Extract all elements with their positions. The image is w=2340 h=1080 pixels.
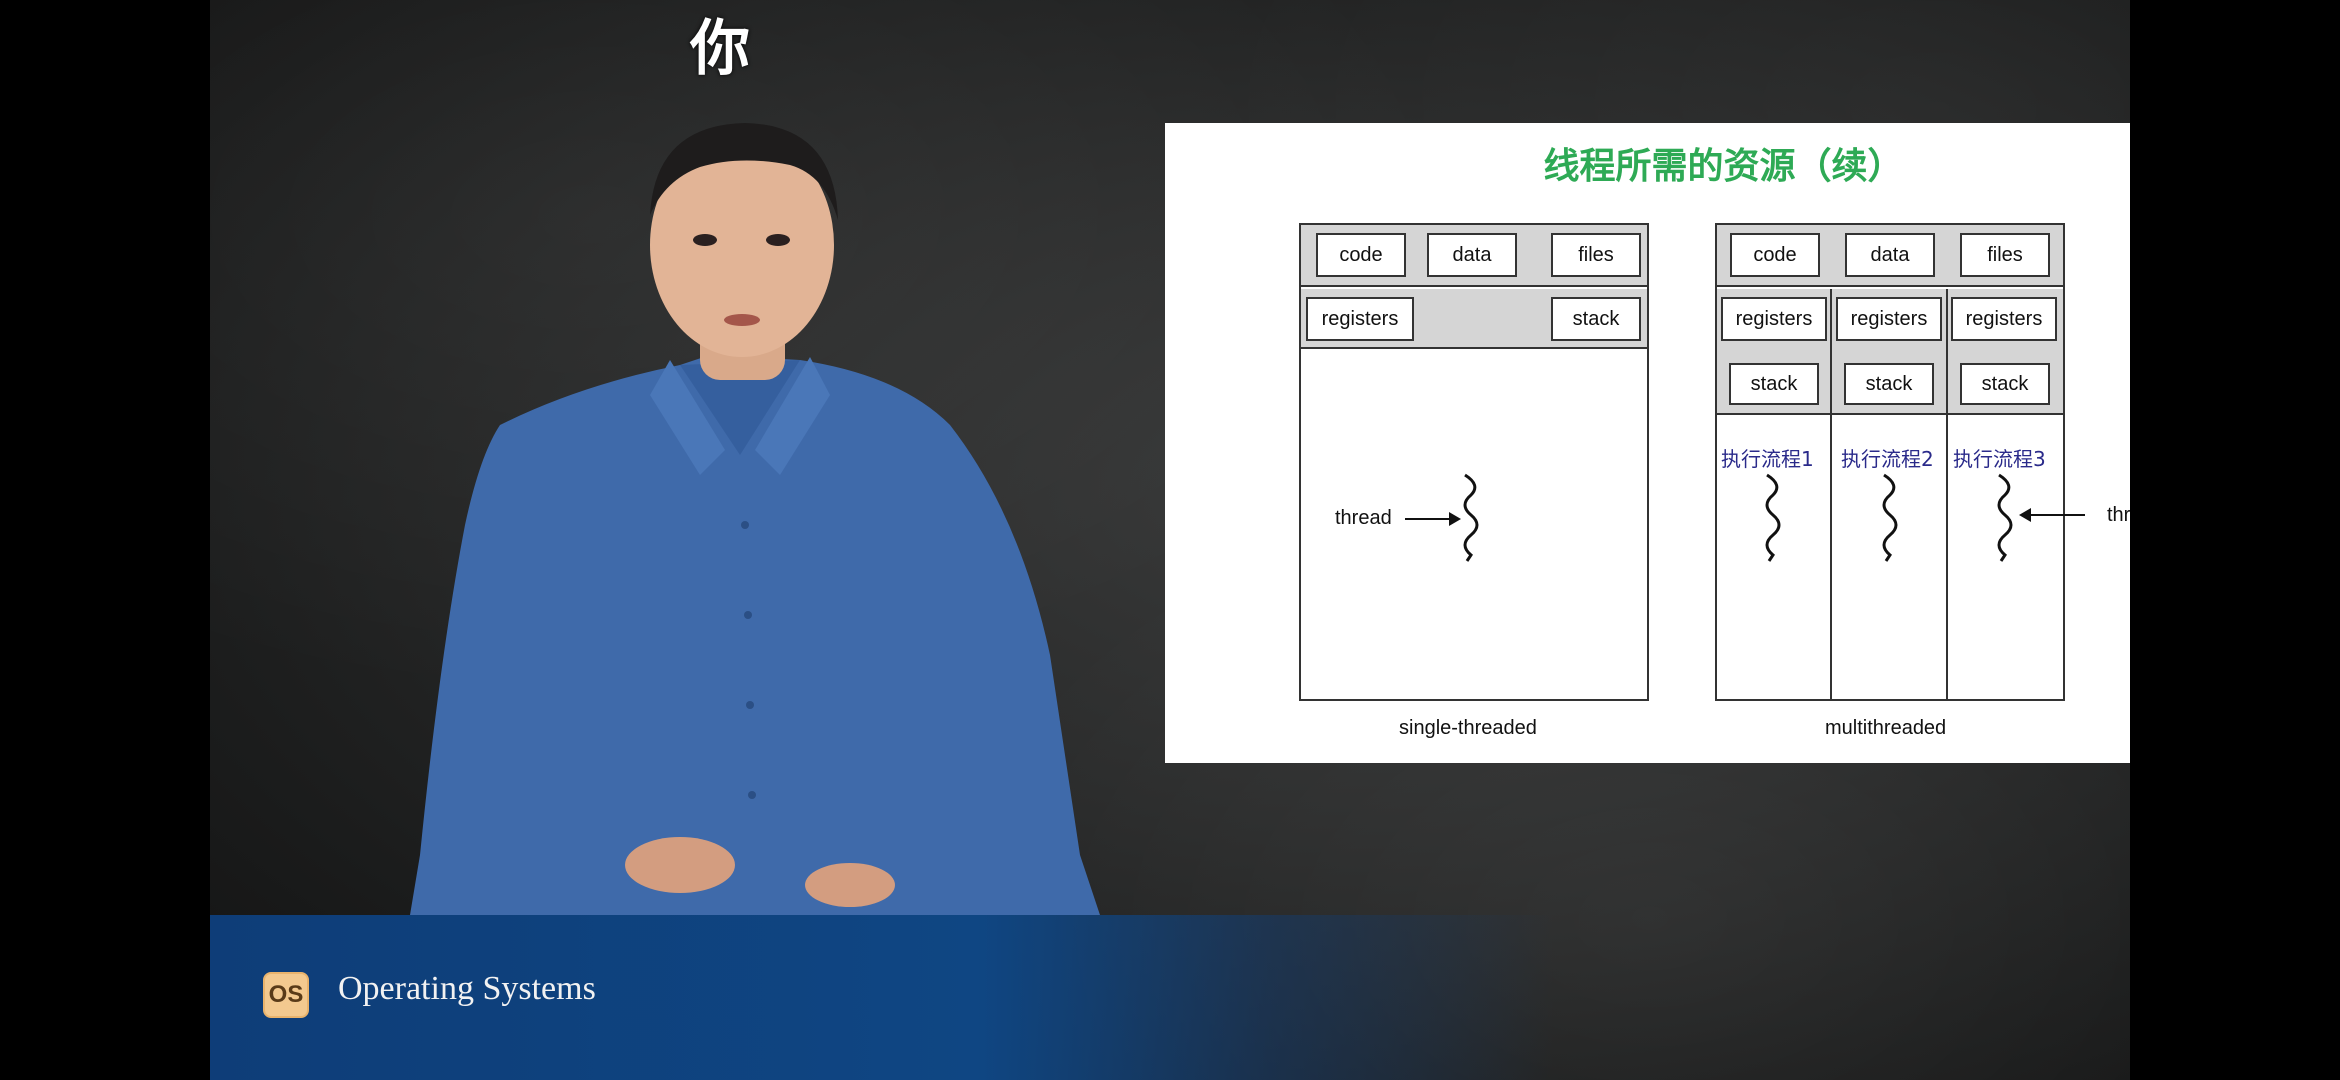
single-code-box: code (1316, 233, 1406, 277)
multi-stack-box-3: stack (1960, 363, 2050, 405)
single-data-box: data (1427, 233, 1517, 277)
single-registers-box: registers (1306, 297, 1414, 341)
single-thread-squiggle-icon (1463, 473, 1479, 562)
multi-stack-box-1: stack (1729, 363, 1819, 405)
single-thread-arrow (1405, 512, 1461, 526)
multi-divider-1 (1830, 289, 1832, 701)
single-stack-box: stack (1551, 297, 1641, 341)
multi-registers-box-1: registers (1721, 297, 1827, 341)
subtitle-caption: 你 (690, 14, 750, 84)
lower-third-banner: OS Operating Systems (210, 915, 2130, 1080)
course-title: Operating Systems (338, 970, 596, 1007)
multi-thread-arrow (2019, 508, 2085, 522)
os-logo-icon: OS (263, 972, 309, 1018)
flow-label-3: 执行流程3 (1953, 447, 2046, 471)
multi-registers-box-2: registers (1836, 297, 1942, 341)
flow-label-2: 执行流程2 (1841, 447, 1934, 471)
multi-registers-box-3: registers (1951, 297, 2057, 341)
letterbox-left (0, 0, 210, 1080)
single-thread-label: thread (1335, 507, 1392, 529)
flow-label-1: 执行流程1 (1721, 447, 1814, 471)
thread-squiggle-icon-2 (1882, 473, 1898, 562)
thread-squiggle-icon-3 (1997, 473, 2013, 562)
lecture-slide: 线程所需的资源（续） code data files registers sta… (1165, 123, 2130, 763)
single-files-box: files (1551, 233, 1641, 277)
thread-squiggle-icon-1 (1765, 473, 1781, 562)
multi-stack-box-2: stack (1844, 363, 1934, 405)
multithreaded-caption: multithreaded (1825, 717, 1947, 739)
multi-files-box: files (1960, 233, 2050, 277)
letterbox-right (2130, 0, 2340, 1080)
multi-code-box: code (1730, 233, 1820, 277)
multi-divider-2 (1946, 289, 1948, 701)
multi-data-box: data (1845, 233, 1935, 277)
slide-title: 线程所需的资源（续） (1543, 146, 1904, 187)
multi-thread-label: thread (2107, 504, 2130, 526)
video-frame[interactable]: 你 线程所需的资源（续） code data files registers s… (210, 0, 2130, 1080)
presenter-image (410, 123, 1100, 915)
single-threaded-caption: single-threaded (1399, 717, 1537, 739)
